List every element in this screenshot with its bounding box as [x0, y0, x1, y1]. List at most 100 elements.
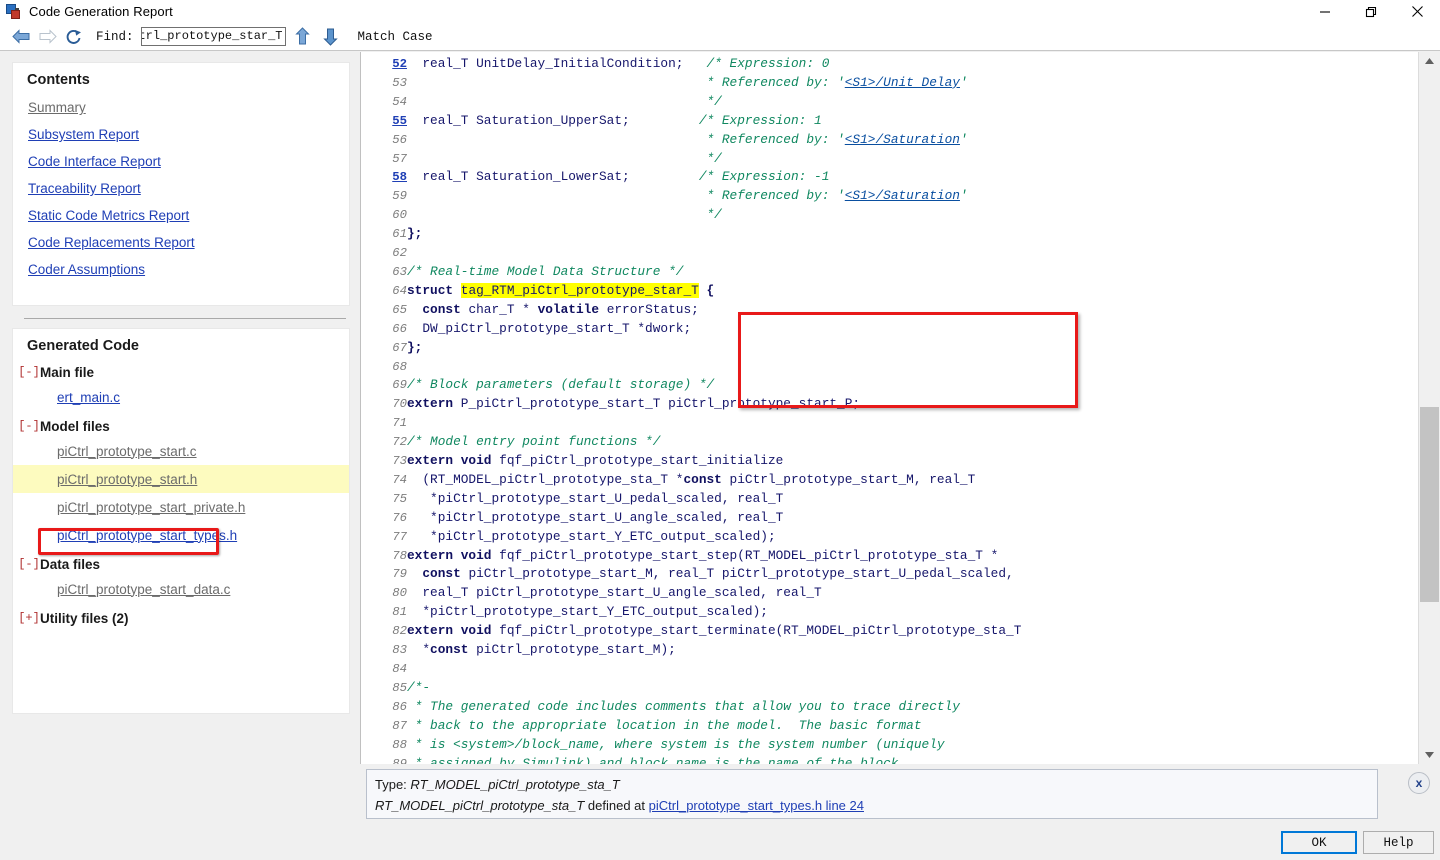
code-line: 85/*- [361, 679, 1021, 698]
code-line: 52 real_T UnitDelay_InitialCondition; /*… [361, 55, 1021, 74]
contents-link-2[interactable]: Code Interface Report [13, 154, 161, 169]
scrollbar-thumb[interactable] [1420, 407, 1439, 602]
code-line: 55 real_T Saturation_UpperSat; /* Expres… [361, 112, 1021, 131]
code-line-number: 57 [392, 151, 407, 166]
tree-group-0[interactable]: [-] Main file [13, 361, 349, 383]
tree-group-label: Model files [40, 418, 110, 434]
type-info-typename-2: RT_MODEL_piCtrl_prototype_sta_T [375, 798, 585, 813]
code-line: 79 const piCtrl_prototype_start_M, real_… [361, 565, 1021, 584]
find-previous-icon[interactable] [292, 26, 314, 48]
code-line-number-link[interactable]: 52 [361, 55, 407, 74]
simulink-model-icon [6, 3, 22, 20]
code-line-content: *const piCtrl_prototype_start_M); [422, 642, 676, 658]
code-line-number-link[interactable]: 55 [361, 112, 407, 131]
tree-file-link[interactable]: piCtrl_prototype_start_types.h [57, 528, 237, 543]
code-line-content: *piCtrl_prototype_start_Y_ETC_output_sca… [430, 528, 776, 544]
expand-icon[interactable]: [+] [18, 611, 40, 625]
code-line-content: * Referenced by: '<S1>/Saturation' [698, 188, 968, 204]
collapse-icon[interactable]: [-] [18, 365, 40, 379]
help-button[interactable]: Help [1363, 831, 1434, 854]
code-line-number-link[interactable]: 58 [361, 168, 407, 187]
window-controls [1302, 0, 1440, 23]
code-line-content: real_T Saturation_LowerSat; /* Expressio… [422, 169, 830, 185]
scroll-up-icon[interactable] [1419, 52, 1440, 70]
contents-link-0[interactable]: Summary [13, 100, 86, 115]
tree-group-label: Utility files (2) [40, 610, 129, 626]
code-line-content: * The generated code includes comments t… [407, 698, 960, 714]
code-line: 80 real_T piCtrl_prototype_start_U_angle… [361, 584, 1021, 603]
code-line-content: *piCtrl_prototype_start_U_angle_scaled, … [430, 509, 784, 525]
tree-file-row[interactable]: piCtrl_prototype_start_private.h [13, 493, 349, 521]
code-line-number: 70 [392, 397, 407, 412]
tree-group-1[interactable]: [-] Model files [13, 415, 349, 437]
code-line-content: }; [407, 226, 423, 242]
back-arrow-icon[interactable] [8, 26, 34, 48]
code-line-content: /* Model entry point functions */ [407, 434, 661, 450]
code-line: 62 [361, 244, 1021, 263]
minimize-icon[interactable] [1302, 0, 1348, 23]
contents-link-4[interactable]: Static Code Metrics Report [13, 208, 189, 223]
code-line-content: real_T piCtrl_prototype_start_U_angle_sc… [422, 585, 822, 601]
code-line-content: real_T Saturation_UpperSat; /* Expressio… [422, 112, 822, 128]
code-line-number: 54 [392, 94, 407, 109]
code-line: 56 * Referenced by: '<S1>/Saturation' [361, 131, 1021, 150]
contents-link-1[interactable]: Subsystem Report [13, 127, 139, 142]
vertical-scrollbar[interactable] [1418, 52, 1440, 764]
type-info-typename: RT_MODEL_piCtrl_prototype_sta_T [410, 777, 620, 792]
code-line: 60 */ [361, 206, 1021, 225]
info-bar: Type: RT_MODEL_piCtrl_prototype_sta_T RT… [360, 764, 1440, 826]
code-line-number: 62 [392, 246, 407, 261]
forward-arrow-icon[interactable] [34, 26, 60, 48]
code-line-number: 59 [392, 189, 407, 204]
refresh-icon[interactable] [60, 26, 86, 48]
code-line-content: extern P_piCtrl_prototype_start_T piCtrl… [407, 396, 861, 412]
match-case-label[interactable]: Match Case [358, 30, 433, 44]
contents-link-3[interactable]: Traceability Report [13, 181, 141, 196]
code-line-number: 67 [392, 340, 407, 355]
dialog-footer: OK Help [0, 826, 1440, 860]
contents-link-6[interactable]: Coder Assumptions [13, 262, 145, 277]
tree-file-link[interactable]: piCtrl_prototype_start_data.c [57, 582, 230, 597]
code-line-content: * is <system>/block_name, where system i… [407, 736, 945, 752]
tree-file-row[interactable]: ert_main.c [13, 383, 349, 411]
code-line: 89 * assigned by Simulink) and block_nam… [361, 755, 1021, 764]
tree-group-2[interactable]: [-] Data files [13, 553, 349, 575]
tree-file-row[interactable]: piCtrl_prototype_start_types.h [13, 521, 349, 549]
code-line-content: /* Real-time Model Data Structure */ [407, 263, 684, 279]
toolbar: Find: iCtrl_prototype_star_T Match Case [0, 23, 1440, 51]
code-line: 61}; [361, 225, 1021, 244]
tree-group-3[interactable]: [+] Utility files (2) [13, 607, 349, 629]
code-line-content: }; [407, 339, 423, 355]
collapse-icon[interactable]: [-] [18, 557, 40, 571]
code-scroll-area[interactable]: 52 real_T UnitDelay_InitialCondition; /*… [361, 52, 1418, 764]
code-line: 88 * is <system>/block_name, where syste… [361, 736, 1021, 755]
code-line: 76 *piCtrl_prototype_start_U_angle_scale… [361, 509, 1021, 528]
ok-button[interactable]: OK [1281, 831, 1357, 854]
code-line: 64 struct tag_RTM_piCtrl_prototype_star_T… [361, 282, 1021, 301]
type-definition-link[interactable]: piCtrl_prototype_start_types.h line 24 [649, 798, 864, 813]
tree-file-link[interactable]: piCtrl_prototype_start.c [57, 444, 197, 459]
maximize-icon[interactable] [1348, 0, 1394, 23]
sidebar-divider [24, 318, 346, 319]
find-next-icon[interactable] [320, 26, 342, 48]
tree-file-row[interactable]: piCtrl_prototype_start.h [13, 465, 349, 493]
find-label: Find: [96, 29, 134, 44]
tree-file-link[interactable]: piCtrl_prototype_start.h [57, 472, 197, 487]
code-line-content [407, 358, 1021, 377]
close-icon[interactable] [1394, 0, 1440, 23]
code-line: 63/* Real-time Model Data Structure */ [361, 263, 1021, 282]
scroll-down-icon[interactable] [1419, 746, 1440, 764]
code-line: 69/* Block parameters (default storage) … [361, 376, 1021, 395]
type-info-line-2: RT_MODEL_piCtrl_prototype_sta_T defined … [375, 795, 1369, 816]
search-input[interactable]: iCtrl_prototype_star_T [140, 27, 286, 46]
tree-file-row[interactable]: piCtrl_prototype_start_data.c [13, 575, 349, 603]
close-info-icon[interactable]: x [1408, 772, 1430, 794]
collapse-icon[interactable]: [-] [18, 419, 40, 433]
contents-link-5[interactable]: Code Replacements Report [13, 235, 195, 250]
tree-file-link[interactable]: ert_main.c [57, 390, 120, 405]
tree-group-label: Data files [40, 556, 101, 572]
tree-file-link[interactable]: piCtrl_prototype_start_private.h [57, 500, 245, 515]
code-line-number: 68 [392, 359, 407, 374]
tree-file-row[interactable]: piCtrl_prototype_start.c [13, 437, 349, 465]
code-line: 54 */ [361, 93, 1021, 112]
